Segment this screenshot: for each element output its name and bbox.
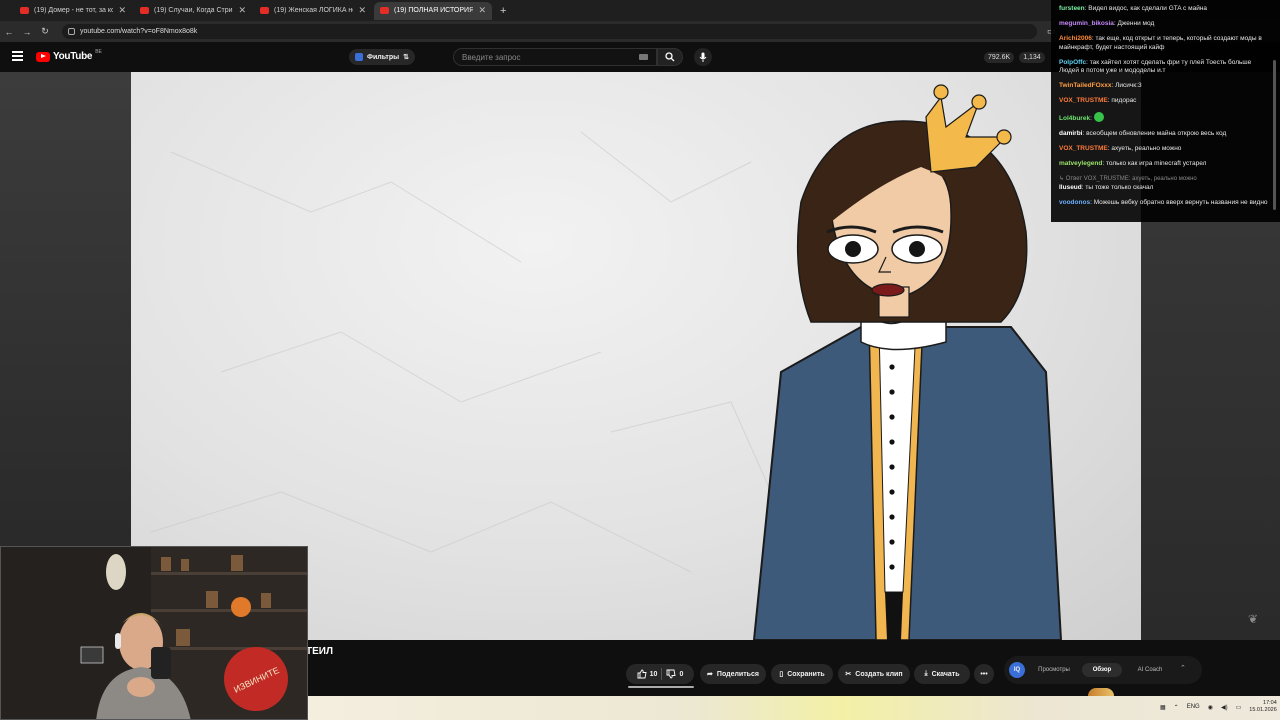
chat-message: VOX_TRUSTME: пидорас	[1059, 97, 1137, 105]
download-button[interactable]: ⤓ Скачать	[914, 664, 970, 684]
channel-watermark-icon[interactable]: ❦	[1248, 612, 1258, 626]
os-taskbar	[308, 696, 1280, 720]
chevron-up-icon[interactable]: ⌃	[1180, 664, 1186, 672]
chat-username: megumin_bikosia	[1059, 19, 1114, 27]
youtube-logo[interactable]: YouTube BE	[36, 49, 102, 62]
dislike-button[interactable]: 0	[666, 669, 683, 679]
share-button[interactable]: ➦ Поделиться	[700, 664, 766, 684]
save-button[interactable]: ▯ Сохранить	[771, 664, 833, 684]
chat-username: PolpOffc	[1059, 58, 1087, 66]
stat-badge: 1,134	[1019, 52, 1045, 63]
keyboard-icon[interactable]	[639, 54, 648, 60]
thumbs-up-icon	[637, 669, 647, 679]
browser-tab[interactable]: (19) Случаи, Когда Стримеры✕	[134, 2, 252, 20]
chat-username: damirbi	[1059, 130, 1083, 138]
clock[interactable]: 17:04 15.01.2026	[1249, 700, 1277, 714]
extension-logo-icon[interactable]: IQ	[1009, 662, 1025, 678]
browser-tab-active[interactable]: (19) ПОЛНАЯ ИСТОРИЯ СМЕ✕	[374, 1, 492, 20]
close-tab-icon[interactable]: ✕	[478, 5, 486, 16]
chat-username: fursteen	[1059, 5, 1085, 12]
more-dots-icon: •••	[980, 670, 988, 678]
bookmark-icon: ▯	[779, 671, 784, 678]
system-tray: ▦ ⌃ ENG ◉ ◀) ▭ 17:04 15.01.2026	[1160, 700, 1277, 714]
tab-views[interactable]: Просмотры	[1030, 663, 1078, 677]
share-icon: ➦	[707, 671, 713, 678]
download-icon: ⤓	[924, 670, 928, 677]
youtube-favicon-icon	[20, 7, 29, 14]
chat-username: Lol4burek	[1059, 115, 1091, 123]
chat-username: voodonos	[1059, 198, 1091, 206]
channel-stats: 792.6K 1,134	[984, 52, 1045, 63]
search-button[interactable]	[657, 48, 683, 66]
close-tab-icon[interactable]: ✕	[358, 5, 366, 16]
page-scrollbar[interactable]	[1273, 60, 1276, 210]
stat-badge: 792.6K	[984, 52, 1015, 63]
like-dislike-group: 10 0	[626, 664, 694, 684]
youtube-favicon-icon	[260, 7, 269, 14]
youtube-favicon-icon	[380, 7, 389, 14]
browser-tab[interactable]: (19) Домер - не тот, за кого се✕	[14, 2, 132, 20]
close-tab-icon[interactable]: ✕	[238, 5, 246, 16]
stream-chat-overlay: fursteen: Видел видос, как сделали GTA с…	[1051, 0, 1280, 222]
streamer-webcam: ИЗВИНИТЕ	[0, 546, 308, 720]
url-text: youtube.com/watch?v=oF8Nmox8o8k	[80, 28, 198, 35]
chat-message: voodonos: Можешь вебку обратно вверх вер…	[1059, 198, 1268, 206]
new-tab-button[interactable]: +	[494, 5, 512, 17]
microphone-icon	[699, 52, 707, 62]
scissors-icon: ✂	[845, 671, 852, 678]
search-icon	[665, 52, 675, 62]
divider	[661, 668, 663, 680]
menu-icon[interactable]	[12, 51, 23, 61]
chat-username: Iluseud	[1059, 183, 1082, 191]
browser-tab[interactable]: (19) Женская ЛОГИКА не пер✕	[254, 2, 372, 20]
video-title: ТЕИЛ	[306, 646, 333, 657]
reload-icon[interactable]: ↻	[36, 26, 54, 37]
chat-message: fursteen: Видел видос, как сделали GTA с…	[1059, 5, 1208, 12]
chat-message: Lol4burek:	[1059, 112, 1273, 124]
create-clip-button[interactable]: ✂ Создать клип	[838, 664, 910, 684]
battery-icon[interactable]: ▭	[1236, 704, 1242, 711]
chat-username: VOX_TRUSTME	[1059, 97, 1108, 105]
chat-message: matveylegend: только как игра minecraft …	[1059, 160, 1207, 168]
chat-username: matveylegend	[1059, 160, 1103, 168]
youtube-play-icon	[36, 51, 50, 62]
tray-app-icon[interactable]: ▦	[1160, 704, 1166, 711]
chat-username: TwinTailedFOxxx	[1059, 82, 1112, 90]
webcam-scene: ИЗВИНИТЕ	[1, 547, 307, 719]
language-indicator[interactable]: ENG	[1187, 704, 1200, 710]
thumbs-down-icon	[666, 669, 676, 679]
filter-sliders-icon: ⇅	[403, 54, 409, 61]
voice-search-button[interactable]	[694, 48, 712, 66]
chat-message: VOX_TRUSTME: ахуеть, реально можно	[1059, 145, 1182, 153]
avatar	[1088, 688, 1114, 696]
tab-ai-coach[interactable]: AI Coach	[1128, 663, 1172, 677]
tab-overview[interactable]: Обзор	[1082, 663, 1122, 677]
filters-button[interactable]: Фильтры ⇅	[349, 49, 415, 65]
site-info-icon[interactable]	[68, 28, 75, 35]
chat-message: Arichi2006: так еще, код открыт и теперь…	[1059, 34, 1262, 51]
volume-icon[interactable]: ◀)	[1221, 704, 1228, 711]
chat-reply-context: ↳ Ответ VOX_TRUSTME: ахуеть, реально мож…	[1059, 176, 1197, 183]
chat-message: Iluseud: ты тоже только скачал	[1059, 183, 1154, 191]
youtube-favicon-icon	[140, 7, 149, 14]
green-emote-icon	[1093, 112, 1104, 123]
close-tab-icon[interactable]: ✕	[118, 5, 126, 16]
chat-username: VOX_TRUSTME	[1059, 145, 1108, 153]
forward-icon[interactable]: →	[18, 27, 36, 37]
more-actions-button[interactable]: •••	[974, 664, 994, 684]
back-icon[interactable]: ←	[0, 27, 18, 37]
extension-icon	[355, 53, 363, 61]
chat-message: PolpOffc: так хайтел хотят сделать фри т…	[1059, 58, 1252, 75]
chat-username: Arichi2006	[1059, 34, 1092, 42]
chevron-up-icon[interactable]: ⌃	[1174, 704, 1179, 711]
chat-message: damirbi: всеобщем обновление майна откро…	[1059, 130, 1227, 138]
chat-message: megumin_bikosia: Дженни мод	[1059, 19, 1155, 27]
network-icon[interactable]: ◉	[1208, 704, 1213, 711]
search-input[interactable]: Введите запрос	[453, 48, 657, 66]
url-field[interactable]: youtube.com/watch?v=oF8Nmox8o8k	[62, 24, 1037, 39]
like-ratio-bar	[628, 686, 694, 688]
chat-message: TwinTailedFOxxx: Лисичк:3	[1059, 82, 1142, 90]
like-button[interactable]: 10	[637, 669, 657, 679]
